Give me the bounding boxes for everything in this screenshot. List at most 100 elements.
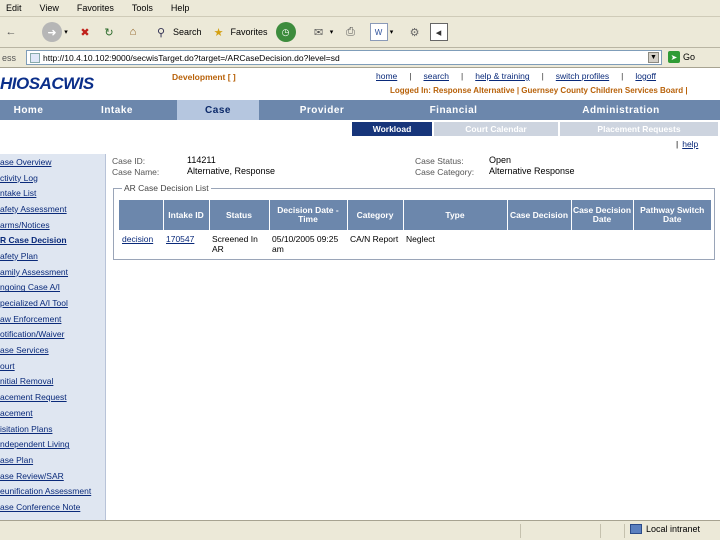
- home-button[interactable]: ⌂: [124, 23, 142, 41]
- search-icon: ⚲: [156, 26, 166, 39]
- messenger-button[interactable]: ◂: [429, 23, 448, 41]
- menu-favorites[interactable]: Favorites: [77, 3, 114, 13]
- intake-id-link[interactable]: 170547: [166, 234, 194, 244]
- menu-tools[interactable]: Tools: [132, 3, 153, 13]
- forward-button[interactable]: ➜ ▾: [42, 22, 70, 42]
- mail-dropdown-icon: ▾: [329, 29, 334, 36]
- sidebar-item-intake-list[interactable]: ntake List: [0, 185, 105, 201]
- menu-edit[interactable]: Edit: [6, 3, 22, 13]
- sidebar-item-case-review-sar[interactable]: ase Review/SAR: [0, 468, 105, 484]
- row-decision-datetime: 05/10/2005 09:25 am: [272, 234, 339, 254]
- search-link[interactable]: search: [423, 71, 449, 81]
- decision-link[interactable]: decision: [122, 234, 153, 244]
- discuss-button[interactable]: ⚙: [406, 23, 424, 41]
- sidebar-item-independent-living[interactable]: ndependent Living: [0, 436, 105, 452]
- back-button[interactable]: ←: [2, 23, 20, 41]
- sidebar-item-case-services[interactable]: ase Services: [0, 342, 105, 358]
- case-status-value: Open: [489, 155, 512, 165]
- col-decision-datetime: Decision Date - Time: [268, 200, 347, 230]
- home-icon: ⌂: [129, 26, 137, 38]
- decision-list-legend: AR Case Decision List: [122, 183, 211, 193]
- search-label: Search: [173, 27, 202, 37]
- separator: |: [409, 71, 412, 81]
- tab-case[interactable]: Case: [177, 100, 259, 120]
- sidebar-item-safety-plan[interactable]: afety Plan: [0, 248, 105, 264]
- menu-help[interactable]: Help: [171, 3, 190, 13]
- sidebar-item-ongoing-case-ai[interactable]: ngoing Case A/I: [0, 280, 105, 296]
- sidebar-item-placement-request[interactable]: acement Request: [0, 389, 105, 405]
- sidebar-item-reunification-assessment[interactable]: eunification Assessment: [0, 483, 105, 499]
- edit-dropdown-icon: ▾: [389, 29, 394, 36]
- sidebar-item-court[interactable]: ourt: [0, 358, 105, 374]
- case-category-value: Alternative Response: [489, 166, 575, 176]
- go-button[interactable]: ➤ Go: [668, 51, 695, 63]
- browser-toolbar: ← ➜ ▾ ✖ ↻ ⌂ ⚲ Search ★ Favorites ◷ ✉ ▾ ⎙…: [0, 17, 720, 48]
- help-link[interactable]: help: [682, 139, 698, 149]
- forward-icon: ➜: [42, 22, 62, 42]
- col-case-decision-date: Case Decision Date: [570, 200, 633, 230]
- sidebar-item-family-assessment[interactable]: amily Assessment: [0, 264, 105, 280]
- favorites-button[interactable]: ★ Favorites: [210, 23, 268, 41]
- search-button[interactable]: ⚲ Search: [152, 23, 202, 41]
- stop-button[interactable]: ✖: [76, 23, 94, 41]
- sidebar-item-activity-log[interactable]: ctivity Log: [0, 170, 105, 186]
- history-button[interactable]: ◷: [275, 22, 296, 42]
- row-case-decision: [507, 230, 571, 258]
- col-case-decision: Case Decision: [506, 200, 571, 230]
- case-id-value: 114211: [187, 155, 216, 165]
- menu-bar: Edit View Favorites Tools Help: [0, 0, 720, 17]
- environment-label: Development [ ]: [172, 72, 236, 82]
- favorites-label: Favorites: [230, 27, 268, 37]
- separator: |: [541, 71, 544, 81]
- mail-button[interactable]: ✉ ▾: [310, 23, 336, 41]
- print-button[interactable]: ⎙: [342, 23, 360, 41]
- star-icon: ★: [213, 26, 224, 39]
- edit-button[interactable]: W ▾: [369, 23, 396, 41]
- sidebar-item-case-conference-note[interactable]: ase Conference Note: [0, 499, 105, 515]
- sidebar-item-ar-case-decision[interactable]: R Case Decision: [0, 232, 105, 248]
- subtab-placement-requests[interactable]: Placement Requests: [560, 122, 718, 136]
- separator: |: [676, 139, 679, 149]
- col-status: Status: [208, 200, 269, 230]
- col-category: Category: [346, 200, 403, 230]
- tab-financial[interactable]: Financial: [385, 100, 522, 120]
- refresh-button[interactable]: ↻: [100, 23, 118, 41]
- tab-home[interactable]: Home: [0, 100, 57, 120]
- address-input[interactable]: http://10.4.10.102:9000/secwisTarget.do?…: [26, 50, 662, 65]
- security-zone: Local intranet: [630, 524, 700, 534]
- status-divider: [520, 524, 521, 538]
- home-link[interactable]: home: [376, 71, 397, 81]
- sidebar-item-placement[interactable]: acement: [0, 405, 105, 421]
- subtab-court-calendar[interactable]: Court Calendar: [434, 122, 558, 136]
- zone-label: Local intranet: [646, 524, 701, 534]
- menu-view[interactable]: View: [40, 3, 59, 13]
- subtab-workload[interactable]: Workload: [352, 122, 432, 136]
- tab-provider[interactable]: Provider: [259, 100, 385, 120]
- sidebar-item-forms-notices[interactable]: arms/Notices: [0, 217, 105, 233]
- case-category-label: Case Category:: [415, 167, 475, 177]
- intranet-icon: [630, 524, 642, 534]
- address-dropdown-icon[interactable]: ▼: [648, 52, 659, 63]
- sidebar-item-law-enforcement[interactable]: aw Enforcement: [0, 311, 105, 327]
- row-type: Neglect: [406, 234, 435, 244]
- sidebar-item-specialized-ai-tool[interactable]: pecialized A/I Tool: [0, 295, 105, 311]
- sidebar-item-case-overview[interactable]: ase Overview: [0, 154, 105, 170]
- sidebar-item-initial-removal[interactable]: nitial Removal: [0, 374, 105, 390]
- row-intake-id: 170547: [163, 230, 209, 258]
- case-sidebar: ase Overview ctivity Log ntake List afet…: [0, 154, 106, 520]
- stop-icon: ✖: [80, 26, 90, 39]
- sidebar-item-safety-assessment[interactable]: afety Assessment: [0, 201, 105, 217]
- tab-administration[interactable]: Administration: [522, 100, 720, 120]
- sidebar-item-visitation-plans[interactable]: isitation Plans: [0, 421, 105, 437]
- case-name-value: Alternative, Response: [187, 166, 276, 176]
- separator: |: [461, 71, 464, 81]
- help-training-link[interactable]: help & training: [475, 71, 529, 81]
- separator: |: [621, 71, 624, 81]
- sidebar-item-case-plan[interactable]: ase Plan: [0, 452, 105, 468]
- sidebar-item-notification-waiver[interactable]: otification/Waiver: [0, 327, 105, 343]
- switch-profiles-link[interactable]: switch profiles: [556, 71, 609, 81]
- history-icon: ◷: [275, 22, 296, 42]
- address-label: ess: [2, 52, 17, 63]
- logoff-link[interactable]: logoff: [635, 71, 656, 81]
- tab-intake[interactable]: Intake: [57, 100, 177, 120]
